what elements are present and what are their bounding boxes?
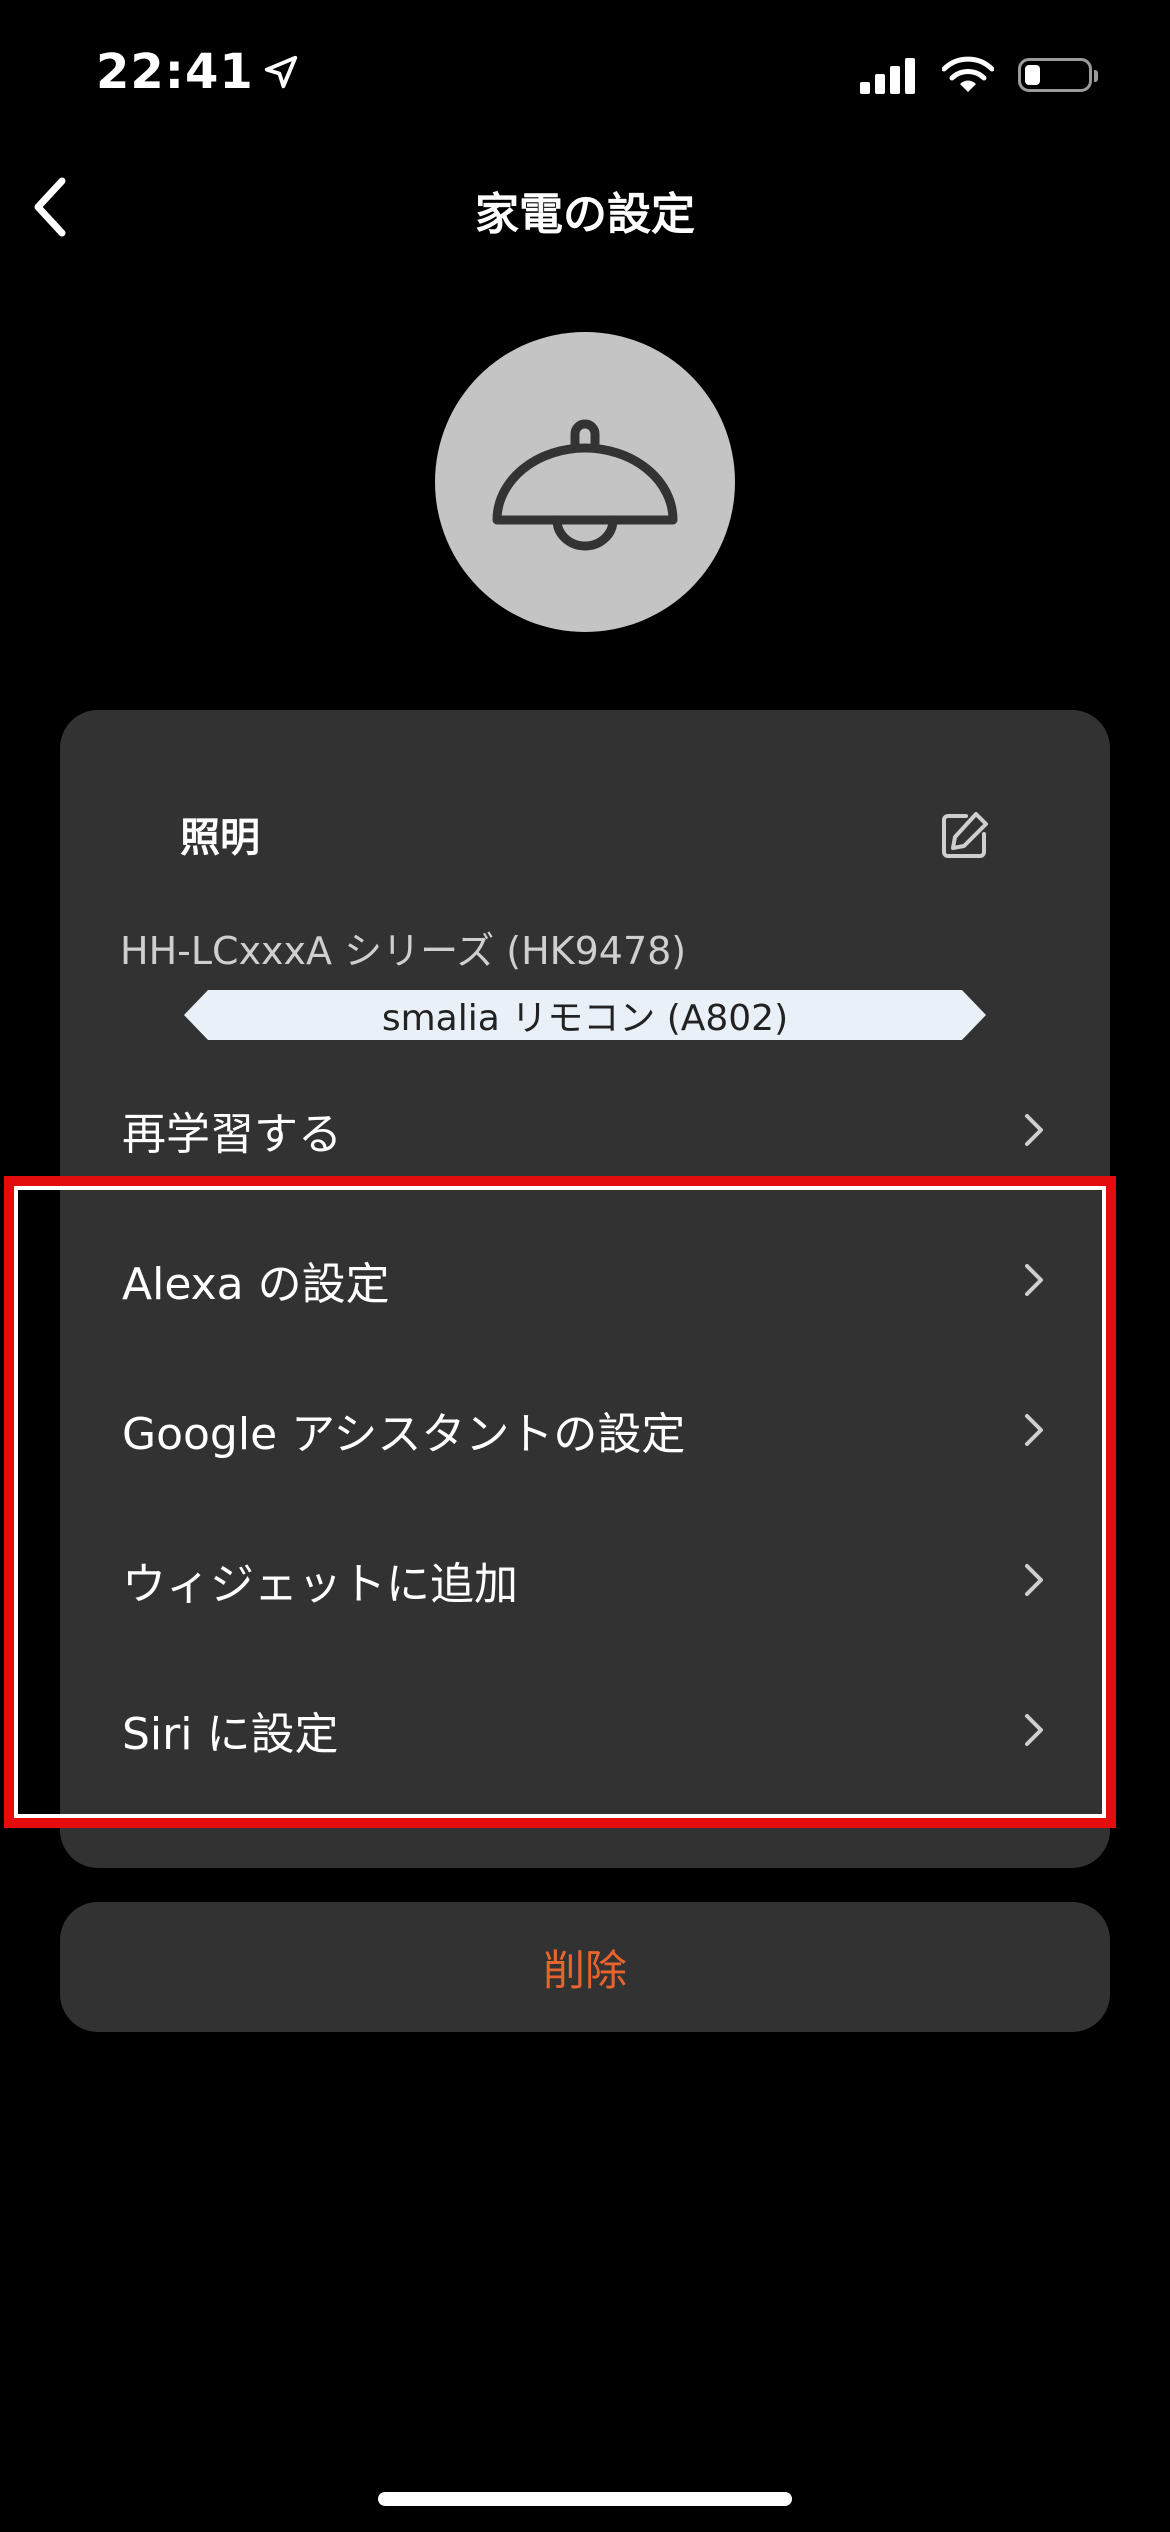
menu-item-widget[interactable]: ウィジェットに追加 <box>60 1505 1110 1655</box>
wifi-icon <box>942 56 994 92</box>
menu-item-google-assistant[interactable]: Google アシスタントの設定 <box>60 1355 1110 1505</box>
status-icons <box>860 56 1098 94</box>
menu-item-relearn[interactable]: 再学習する <box>60 1055 1110 1205</box>
edit-icon[interactable] <box>936 808 992 864</box>
menu-item-label: Google アシスタントの設定 <box>122 1409 686 1460</box>
battery-level-fill <box>1025 65 1040 85</box>
chevron-right-icon <box>1020 1110 1048 1150</box>
menu-item-label: ウィジェットに追加 <box>122 1559 518 1610</box>
menu-item-label: Siri に設定 <box>122 1709 339 1760</box>
delete-button[interactable]: 削除 <box>60 1902 1110 2032</box>
device-avatar <box>435 332 735 632</box>
device-name: 照明 <box>180 815 260 861</box>
chevron-right-icon <box>1020 1710 1048 1750</box>
page-title: 家電の設定 <box>475 189 695 240</box>
remote-badge: smalia リモコン (A802) <box>184 990 986 1040</box>
battery-icon <box>1018 58 1098 92</box>
chevron-right-icon <box>1020 1260 1048 1300</box>
clock-text: 22:41 <box>96 44 254 100</box>
delete-label: 削除 <box>542 1945 627 1995</box>
home-indicator[interactable] <box>378 2492 792 2506</box>
ceiling-lamp-icon <box>492 419 678 551</box>
location-arrow-icon <box>264 55 297 89</box>
menu-item-label: 再学習する <box>122 1109 342 1160</box>
chevron-right-icon <box>1020 1560 1048 1600</box>
menu-item-siri[interactable]: Siri に設定 <box>60 1655 1110 1805</box>
pencil-square-icon <box>942 812 988 858</box>
device-model: HH-LCxxxA シリーズ (HK9478) <box>120 929 687 973</box>
status-time: 22:41 <box>96 44 300 100</box>
chevron-right-icon <box>1020 1410 1048 1450</box>
cellular-signal-icon <box>860 58 915 94</box>
menu-item-label: Alexa の設定 <box>122 1259 390 1310</box>
menu-item-alexa[interactable]: Alexa の設定 <box>60 1205 1110 1355</box>
